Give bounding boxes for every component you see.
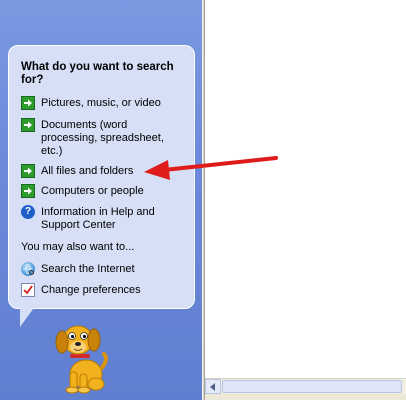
option-computers-or-people[interactable]: Computers or people <box>21 184 186 198</box>
scroll-left-button[interactable] <box>205 379 221 394</box>
scroll-thumb[interactable] <box>222 380 402 393</box>
option-all-files-and-folders[interactable]: All files and folders <box>21 164 186 178</box>
also-heading: You may also want to... <box>21 241 135 253</box>
search-companion-pane: What do you want to search for? Pictures… <box>0 0 202 400</box>
results-area <box>205 0 406 378</box>
green-arrow-icon <box>21 118 35 132</box>
option-pictures-music-video[interactable]: Pictures, music, or video <box>21 96 186 110</box>
option-label[interactable]: Information in Help and Support Center <box>41 206 186 232</box>
option-label[interactable]: Change preferences <box>41 284 141 297</box>
globe-search-icon <box>21 262 35 276</box>
chevron-left-icon <box>210 382 215 391</box>
option-help-and-support[interactable]: ? Information in Help and Support Center <box>21 205 186 232</box>
horizontal-scrollbar[interactable] <box>205 378 406 394</box>
option-search-internet[interactable]: Search the Internet <box>21 262 186 276</box>
green-arrow-icon <box>21 96 35 110</box>
search-question: What do you want to search for? <box>21 61 174 86</box>
bubble-tail <box>20 305 36 327</box>
option-label[interactable]: Computers or people <box>41 185 144 198</box>
option-documents[interactable]: Documents (word processing, spreadsheet,… <box>21 118 186 158</box>
option-label[interactable]: Pictures, music, or video <box>41 97 161 110</box>
green-arrow-icon <box>21 164 35 178</box>
option-label[interactable]: Documents (word processing, spreadsheet,… <box>41 119 171 158</box>
status-bar <box>205 394 406 400</box>
help-icon: ? <box>21 205 35 219</box>
option-change-preferences[interactable]: Change preferences <box>21 283 186 297</box>
green-arrow-icon <box>21 184 35 198</box>
search-dog-icon[interactable] <box>40 314 120 394</box>
search-bubble: What do you want to search for? Pictures… <box>8 45 195 309</box>
search-window: What do you want to search for? Pictures… <box>0 0 406 400</box>
preferences-icon <box>21 283 35 297</box>
option-label[interactable]: Search the Internet <box>41 263 135 276</box>
option-label[interactable]: All files and folders <box>41 165 133 178</box>
